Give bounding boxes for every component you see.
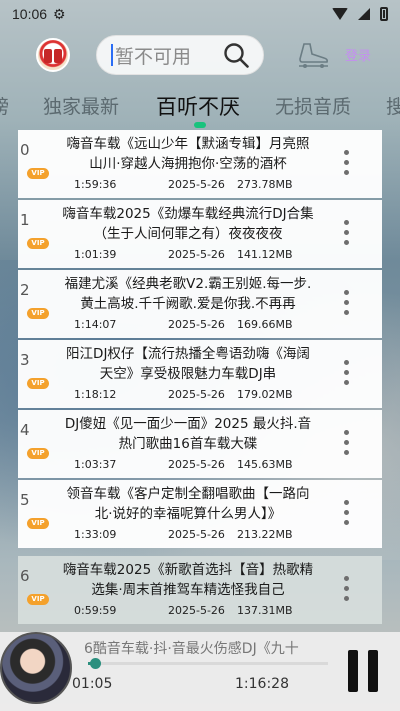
text-cursor xyxy=(111,44,113,66)
vip-badge: VIP xyxy=(27,168,49,179)
song-date: 2025-5-26 xyxy=(168,178,225,191)
song-title: 领音车载《客户定制全翻唱歌曲【一路向北·说好的幸福呢算什么男人】》 xyxy=(66,486,310,522)
song-index: 2 xyxy=(20,281,30,299)
list-item[interactable]: 3 VIP 阳江DJ权仔【流行热播全粤语劲嗨《海阔天空》享受极限魅力车载DJ串 … xyxy=(18,340,382,408)
song-size: 141.12MB xyxy=(237,248,293,261)
gear-icon: ⚙ xyxy=(53,5,66,22)
song-duration: 1:03:37 xyxy=(74,458,117,471)
song-size: 169.66MB xyxy=(237,318,293,331)
search-placeholder: 暂不可用 xyxy=(115,45,192,68)
song-index: 6 xyxy=(20,567,30,585)
avatar[interactable] xyxy=(36,38,70,72)
tab-evergreen[interactable]: 百听不厌 xyxy=(156,91,240,121)
vip-badge: VIP xyxy=(27,518,49,529)
tab-indicator xyxy=(194,122,206,128)
login-link[interactable]: 登录 xyxy=(345,45,371,64)
song-date: 2025-5-26 xyxy=(168,528,225,541)
song-title: 阳江DJ权仔【流行热播全粤语劲嗨《海阔天空》享受极限魅力车载DJ串 xyxy=(66,346,310,382)
song-duration: 1:59:36 xyxy=(74,178,117,191)
song-index: 5 xyxy=(20,491,30,509)
song-index: 3 xyxy=(20,351,30,369)
category-tabs: 榜 独家最新 百听不厌 无损音质 搜 xyxy=(0,86,400,126)
vip-badge: VIP xyxy=(27,308,49,319)
tab-search[interactable]: 搜 xyxy=(386,92,400,119)
pause-icon xyxy=(348,650,358,692)
status-bar: 10:06 ⚙ xyxy=(0,0,400,28)
current-time: 01:05 xyxy=(72,676,113,692)
song-date: 2025-5-26 xyxy=(168,318,225,331)
progress-handle[interactable] xyxy=(90,658,101,669)
list-item[interactable]: 5 VIP 领音车载《客户定制全翻唱歌曲【一路向北·说好的幸福呢算什么男人】》 … xyxy=(18,480,382,548)
song-size: 273.78MB xyxy=(237,178,293,191)
pause-button[interactable] xyxy=(346,650,380,692)
song-index: 1 xyxy=(20,211,30,229)
song-duration: 1:18:12 xyxy=(74,388,117,401)
list-item[interactable]: 2 VIP 福建尤溪《经典老歌V2.霸王别姬.每一步.黄土高坡.千千阙歌.爱是你… xyxy=(18,270,382,338)
now-playing-title: 6酷音车载·抖·音最火伤感DJ《九十 xyxy=(84,641,299,657)
song-size: 145.63MB xyxy=(237,458,293,471)
song-size: 179.02MB xyxy=(237,388,293,401)
more-vertical-icon[interactable] xyxy=(344,500,350,528)
list-item[interactable]: 4 VIP DJ傻妞《见一面少一面》2025 最火抖.音 热门歌曲16首车载大碟… xyxy=(18,410,382,478)
song-date: 2025-5-26 xyxy=(168,604,225,617)
signal-icon xyxy=(358,8,370,20)
song-date: 2025-5-26 xyxy=(168,248,225,261)
song-date: 2025-5-26 xyxy=(168,458,225,471)
more-vertical-icon[interactable] xyxy=(344,150,350,178)
song-date: 2025-5-26 xyxy=(168,388,225,401)
search-input[interactable]: 暂不可用 xyxy=(96,35,264,75)
song-index: 4 xyxy=(20,421,30,439)
song-title: DJ傻妞《见一面少一面》2025 最火抖.音 热门歌曲16首车载大碟 xyxy=(64,416,312,452)
vip-badge: VIP xyxy=(27,238,49,249)
song-index: 0 xyxy=(20,141,30,159)
search-icon[interactable] xyxy=(223,42,249,68)
list-item-playing[interactable]: 6 VIP 嗨音车载2025《新歌首选抖【音】热歌精选集·周末首推驾车精选怪我自… xyxy=(18,556,382,624)
album-cover[interactable] xyxy=(0,632,72,704)
battery-icon xyxy=(380,7,388,21)
song-title: 嗨音车载《远山少年【默涵专辑】月亮照山川·穿越人海拥抱你·空荡的酒杯 xyxy=(66,136,310,172)
tab-lossless[interactable]: 无损音质 xyxy=(275,92,351,119)
vip-badge: VIP xyxy=(27,378,49,389)
top-bar: 暂不可用 登录 xyxy=(0,30,400,80)
total-time: 1:16:28 xyxy=(235,676,289,692)
song-duration: 1:33:09 xyxy=(74,528,117,541)
more-vertical-icon[interactable] xyxy=(344,430,350,458)
song-size: 213.22MB xyxy=(237,528,293,541)
lantern-icon xyxy=(44,49,52,63)
more-vertical-icon[interactable] xyxy=(344,220,350,248)
tab-exclusive-new[interactable]: 独家最新 xyxy=(43,92,119,119)
song-size: 137.31MB xyxy=(237,604,293,617)
wifi-icon xyxy=(332,8,348,20)
more-vertical-icon[interactable] xyxy=(344,360,350,388)
list-item[interactable]: 1 VIP 嗨音车载2025《劲爆车载经典流行DJ合集（生于人间何罪之有）夜夜夜… xyxy=(18,200,382,268)
vip-badge: VIP xyxy=(27,594,49,605)
tab-ranking[interactable]: 榜 xyxy=(0,92,9,119)
song-duration: 1:14:07 xyxy=(74,318,117,331)
song-title: 福建尤溪《经典老歌V2.霸王别姬.每一步.黄土高坡.千千阙歌.爱是你我.不再再 xyxy=(64,276,312,312)
pause-icon xyxy=(368,650,378,692)
skate-icon[interactable] xyxy=(296,40,330,70)
more-vertical-icon[interactable] xyxy=(344,290,350,318)
song-title: 嗨音车载2025《新歌首选抖【音】热歌精选集·周末首推驾车精选怪我自己 xyxy=(62,562,314,598)
more-vertical-icon[interactable] xyxy=(344,576,350,604)
list-item[interactable]: 0 VIP 嗨音车载《远山少年【默涵专辑】月亮照山川·穿越人海拥抱你·空荡的酒杯… xyxy=(18,130,382,198)
song-duration: 0:59:59 xyxy=(74,604,117,617)
status-time: 10:06 xyxy=(12,6,48,22)
song-title: 嗨音车载2025《劲爆车载经典流行DJ合集（生于人间何罪之有）夜夜夜夜 xyxy=(62,206,314,242)
progress-bar[interactable] xyxy=(88,662,328,665)
vip-badge: VIP xyxy=(27,448,49,459)
song-duration: 1:01:39 xyxy=(74,248,117,261)
mini-player[interactable]: 6酷音车载·抖·音最火伤感DJ《九十 01:05 1:16:28 xyxy=(0,632,400,711)
lantern-icon xyxy=(54,49,62,63)
